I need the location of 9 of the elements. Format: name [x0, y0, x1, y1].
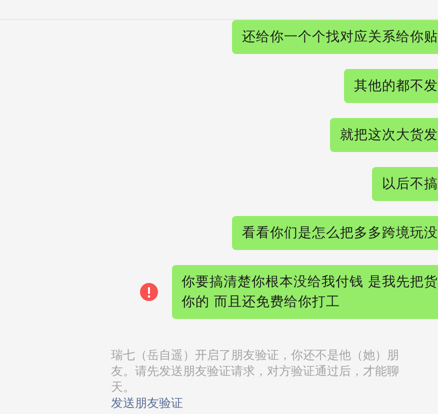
- verification-notice: 瑞七（岳自遥）开启了朋友验证，你还不是他（她）朋友。请先发送朋友验证请求，对方验证通过后，才能聊天。: [111, 348, 399, 394]
- error-icon[interactable]: [140, 283, 158, 301]
- message-bubble: 你要搞清楚你根本没给我付钱 是我先把货 你的 而且还免费给你打工: [172, 265, 438, 319]
- message-bubble: 看看你们是怎么把多多跨境玩没: [232, 216, 438, 250]
- message-bubble: 就把这次大货发: [330, 118, 438, 152]
- message-bubble: 还给你一个个找对应关系给你贴: [232, 20, 438, 54]
- send-verification-link[interactable]: 发送朋友验证: [111, 396, 183, 410]
- message-bubble: 其他的都不发: [344, 69, 438, 103]
- message-bubble: 以后不搞: [372, 167, 438, 201]
